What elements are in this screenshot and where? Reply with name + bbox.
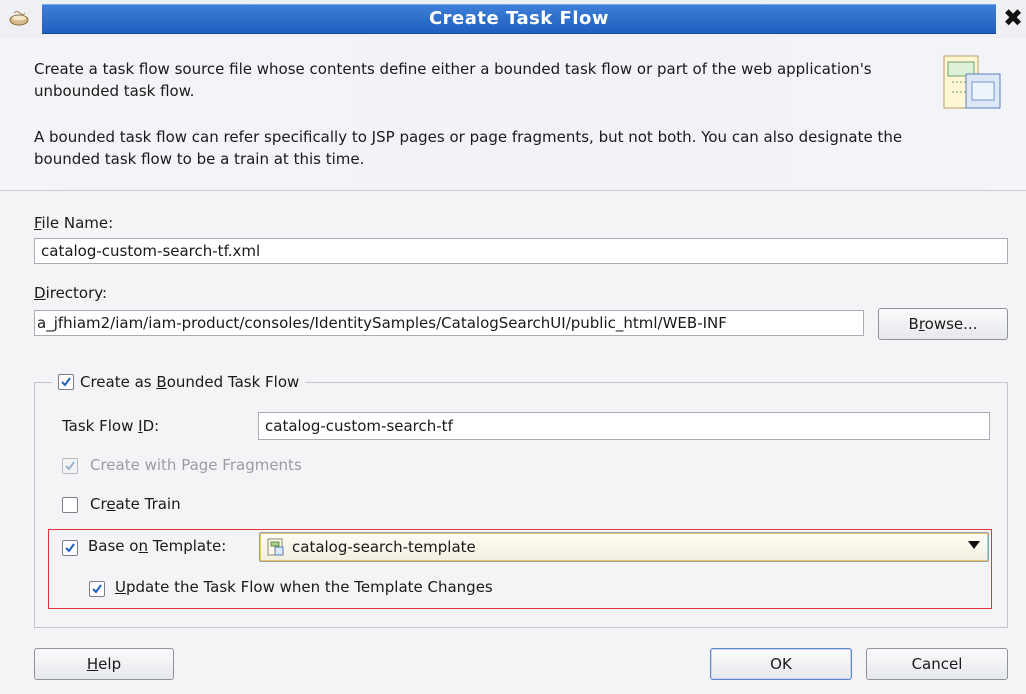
file-name-label: File Name:	[34, 214, 114, 232]
ok-button[interactable]: OK	[710, 648, 852, 680]
bounded-task-flow-legend[interactable]: Create as Bounded Task Flow	[52, 371, 306, 393]
dialog-header: Create a task flow source file whose con…	[0, 38, 1026, 191]
task-flow-diagram-icon	[938, 52, 1008, 118]
dialog-title: Create Task Flow	[428, 8, 610, 29]
help-button[interactable]: Help	[34, 648, 174, 680]
bounded-task-flow-checkbox[interactable]	[58, 374, 74, 390]
base-on-template-checkbox[interactable]	[62, 540, 78, 556]
coffee-cup-icon	[8, 10, 30, 26]
file-name-field[interactable]: catalog-custom-search-tf.xml	[34, 238, 1008, 264]
update-on-change-checkbox[interactable]	[89, 581, 105, 597]
update-on-change-label[interactable]: Update the Task Flow when the Template C…	[115, 578, 493, 596]
directory-field[interactable]: a_jfhiam2/iam/iam-product/consoles/Ident…	[34, 310, 864, 336]
template-select-value: catalog-search-template	[292, 538, 476, 556]
bounded-task-flow-label: Create as Bounded Task Flow	[80, 373, 300, 391]
template-select[interactable]: catalog-search-template	[259, 532, 989, 562]
title-band: Create Task Flow	[42, 4, 996, 34]
browse-button[interactable]: Browse...	[878, 308, 1008, 340]
title-bar: Create Task Flow ✖	[0, 0, 1026, 38]
task-flow-id-field[interactable]: catalog-custom-search-tf	[258, 412, 990, 440]
page-fragments-label: Create with Page Fragments	[90, 456, 302, 474]
cancel-button[interactable]: Cancel	[866, 648, 1008, 680]
chevron-down-icon[interactable]	[968, 541, 980, 549]
base-on-template-label[interactable]: Base on Template:	[88, 537, 226, 555]
close-icon[interactable]: ✖	[1001, 4, 1025, 32]
description-text-2: A bounded task flow can refer specifical…	[34, 128, 903, 168]
task-flow-id-label: Task Flow ID:	[62, 417, 160, 435]
description-text-1: Create a task flow source file whose con…	[34, 60, 872, 100]
directory-label: Directory:	[34, 284, 108, 302]
create-train-checkbox[interactable]	[62, 497, 78, 513]
page-fragments-checkbox	[62, 458, 78, 474]
create-train-label[interactable]: Create Train	[90, 495, 181, 513]
template-file-icon	[266, 537, 286, 557]
